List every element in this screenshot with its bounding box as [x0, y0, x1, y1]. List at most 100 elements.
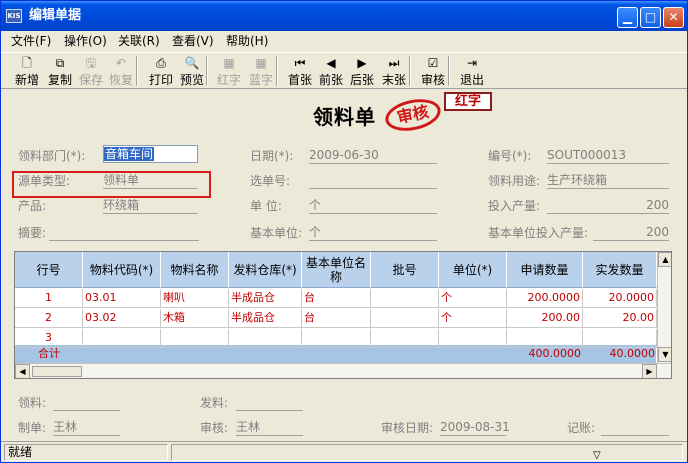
grid-cell-code[interactable]	[83, 329, 161, 348]
minimize-button[interactable]: ▁	[617, 7, 638, 28]
title-bar[interactable]: KIS 编辑单据 ▁ □ ✕	[1, 1, 687, 31]
grid-header-6[interactable]: 单位(*)	[439, 252, 507, 288]
product-field[interactable]: 环绕箱	[103, 198, 198, 214]
status-text: 就绪	[4, 444, 168, 461]
issuer-field[interactable]	[236, 395, 303, 411]
grid-cell-idx[interactable]: 2	[15, 309, 83, 328]
menu-relation[interactable]: 关联(R)	[118, 33, 160, 49]
red-word-stamp: 红字	[444, 92, 492, 111]
grid-cell-name[interactable]: 喇叭	[161, 289, 229, 308]
maker-field[interactable]: 王林	[53, 420, 120, 436]
grid-header-5[interactable]: 批号	[371, 252, 439, 288]
toolbar-separator	[448, 56, 450, 86]
next-icon: ▶	[357, 56, 367, 70]
toolbar-separator	[409, 56, 411, 86]
maximize-button[interactable]: □	[640, 7, 661, 28]
grid-cell-warehouse[interactable]: 半成品仓	[229, 309, 302, 328]
toolbar-button-label: 首张	[287, 73, 312, 87]
toolbar-button-9[interactable]: ◀ 前张	[316, 55, 346, 87]
toolbar-button-0[interactable]: 🗋 新增	[11, 55, 43, 87]
blue-word-icon: ▦	[255, 56, 267, 70]
scroll-right-icon[interactable]: ▶	[642, 364, 657, 378]
grid-header-8[interactable]: 实发数量	[583, 252, 657, 288]
grid-cell-name[interactable]: 木箱	[161, 309, 229, 328]
input-qty-field[interactable]: 200	[547, 198, 669, 214]
toolbar-button-2[interactable]: 🖫 保存	[76, 55, 106, 87]
toolbar-button-10[interactable]: ▶ 后张	[347, 55, 377, 87]
dept-input[interactable]: 音箱车间	[103, 145, 198, 163]
grid-cell-batch[interactable]	[371, 329, 439, 348]
date-label: 日期(*):	[250, 149, 294, 163]
grid-cell-actual[interactable]: 20.00	[583, 309, 657, 328]
grid-cell-actual[interactable]: 20.0000	[583, 289, 657, 308]
grid-cell-req[interactable]: 200.0000	[507, 289, 583, 308]
grid-cell-name[interactable]	[161, 329, 229, 348]
audit-date-field[interactable]: 2009-08-31	[440, 420, 510, 436]
last-icon: ⏭	[388, 56, 400, 70]
grid-cell-batch[interactable]	[371, 289, 439, 308]
scroll-up-icon[interactable]: ▲	[658, 252, 671, 267]
select-no-field[interactable]	[309, 173, 437, 189]
grid-header-7[interactable]: 申请数量	[507, 252, 583, 288]
audit-icon: ☑	[427, 56, 439, 70]
scroll-down-icon[interactable]: ▼	[658, 347, 671, 362]
toolbar-button-7[interactable]: ▦ 蓝字	[246, 55, 276, 87]
menu-operation[interactable]: 操作(O)	[64, 33, 107, 49]
grid-cell-unit[interactable]: 个	[439, 289, 507, 308]
menu-file[interactable]: 文件(F)	[11, 33, 51, 49]
grid-cell-base_unit[interactable]: 台	[302, 309, 371, 328]
toolbar-button-6[interactable]: ▦ 红字	[214, 55, 244, 87]
grid-cell-req[interactable]: 200.00	[507, 309, 583, 328]
grid-cell-unit[interactable]	[439, 329, 507, 348]
toolbar-button-8[interactable]: ⏮ 首张	[286, 55, 314, 87]
maker-label: 制单:	[18, 421, 47, 435]
status-panel	[171, 444, 683, 461]
grid-header-0[interactable]: 行号	[15, 252, 83, 288]
grid-cell-warehouse[interactable]: 半成品仓	[229, 289, 302, 308]
summary-field[interactable]	[49, 225, 199, 241]
close-button[interactable]: ✕	[663, 7, 684, 28]
grid-cell-warehouse[interactable]	[229, 329, 302, 348]
base-unit-field[interactable]: 个	[309, 225, 437, 241]
status-bar: 就绪 ▽	[1, 441, 687, 462]
toolbar-button-1[interactable]: ⧉ 复制	[44, 55, 76, 87]
toolbar-button-4[interactable]: ⎙ 打印	[146, 55, 176, 87]
grid-cell-code[interactable]: 03.02	[83, 309, 161, 328]
receiver-field[interactable]	[53, 395, 120, 411]
material-grid[interactable]: ▲ ▼ ◀ ▶ 行号 物料代码(*) 物料名称 发料仓库(*) 基本单位名称 批号 单位(*…	[14, 251, 672, 379]
exit-icon: ⇥	[466, 56, 478, 70]
date-field[interactable]: 2009-06-30	[309, 148, 437, 164]
grid-header-2[interactable]: 物料名称	[161, 252, 229, 288]
toolbar-separator	[276, 56, 278, 86]
grid-header-4[interactable]: 基本单位名称	[302, 252, 371, 288]
scroll-left-icon[interactable]: ◀	[15, 364, 30, 378]
toolbar-button-3[interactable]: ↶ 恢复	[106, 55, 136, 87]
base-input-qty-field[interactable]: 200	[593, 225, 669, 241]
number-label: 编号(*):	[488, 149, 532, 163]
menu-view[interactable]: 查看(V)	[172, 33, 214, 49]
toolbar-button-12[interactable]: ☑ 审核	[418, 55, 448, 87]
grid-cell-base_unit[interactable]	[302, 329, 371, 348]
audit-date-label: 审核日期:	[381, 421, 434, 435]
usage-field[interactable]: 生产环绕箱	[547, 173, 669, 189]
number-field[interactable]: SOUT000013	[547, 148, 669, 164]
grid-cell-base_unit[interactable]: 台	[302, 289, 371, 308]
grid-horizontal-scrollbar[interactable]: ◀ ▶	[15, 363, 671, 378]
unit-field[interactable]: 个	[309, 198, 437, 214]
toolbar-button-label: 后张	[349, 73, 374, 87]
grid-vertical-scrollbar[interactable]: ▲ ▼	[657, 252, 671, 363]
source-type-field[interactable]: 领料单	[103, 173, 198, 189]
grid-cell-code[interactable]: 03.01	[83, 289, 161, 308]
auditor-field[interactable]: 王林	[236, 420, 303, 436]
menu-help[interactable]: 帮助(H)	[226, 33, 268, 49]
toolbar-button-5[interactable]: 🔍 预览	[177, 55, 207, 87]
grid-cell-idx[interactable]: 1	[15, 289, 83, 308]
grid-cell-batch[interactable]	[371, 309, 439, 328]
horizontal-scroll-thumb[interactable]	[32, 366, 82, 377]
bookkeeper-field[interactable]	[601, 420, 669, 436]
grid-cell-unit[interactable]: 个	[439, 309, 507, 328]
toolbar-button-11[interactable]: ⏭ 末张	[379, 55, 409, 87]
toolbar-button-13[interactable]: ⇥ 退出	[457, 55, 487, 87]
grid-header-1[interactable]: 物料代码(*)	[83, 252, 161, 288]
grid-header-3[interactable]: 发料仓库(*)	[229, 252, 302, 288]
